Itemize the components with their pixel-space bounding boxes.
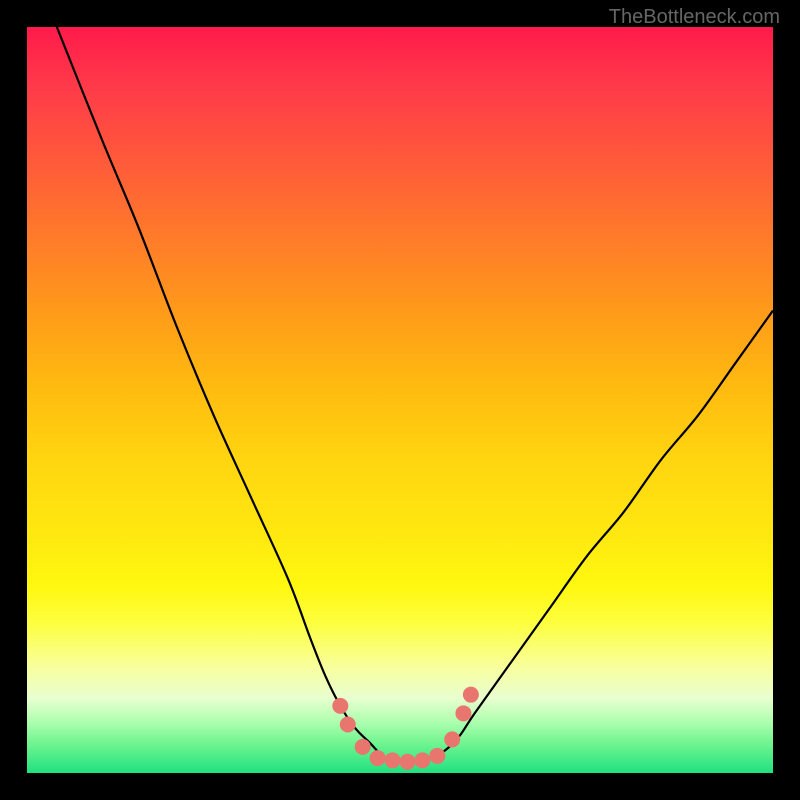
curve-marker (340, 717, 356, 733)
curve-marker (463, 687, 479, 703)
curve-marker (399, 754, 415, 770)
chart-svg (27, 27, 773, 773)
curve-marker (455, 705, 471, 721)
chart-plot-area (27, 27, 773, 773)
bottleneck-curve-line (57, 27, 773, 762)
marker-group (332, 687, 479, 770)
curve-marker (429, 748, 445, 764)
curve-marker (444, 731, 460, 747)
curve-marker (370, 750, 386, 766)
curve-marker (385, 752, 401, 768)
curve-marker (332, 698, 348, 714)
watermark-text: TheBottleneck.com (609, 6, 780, 29)
curve-marker (414, 752, 430, 768)
curve-marker (355, 739, 371, 755)
